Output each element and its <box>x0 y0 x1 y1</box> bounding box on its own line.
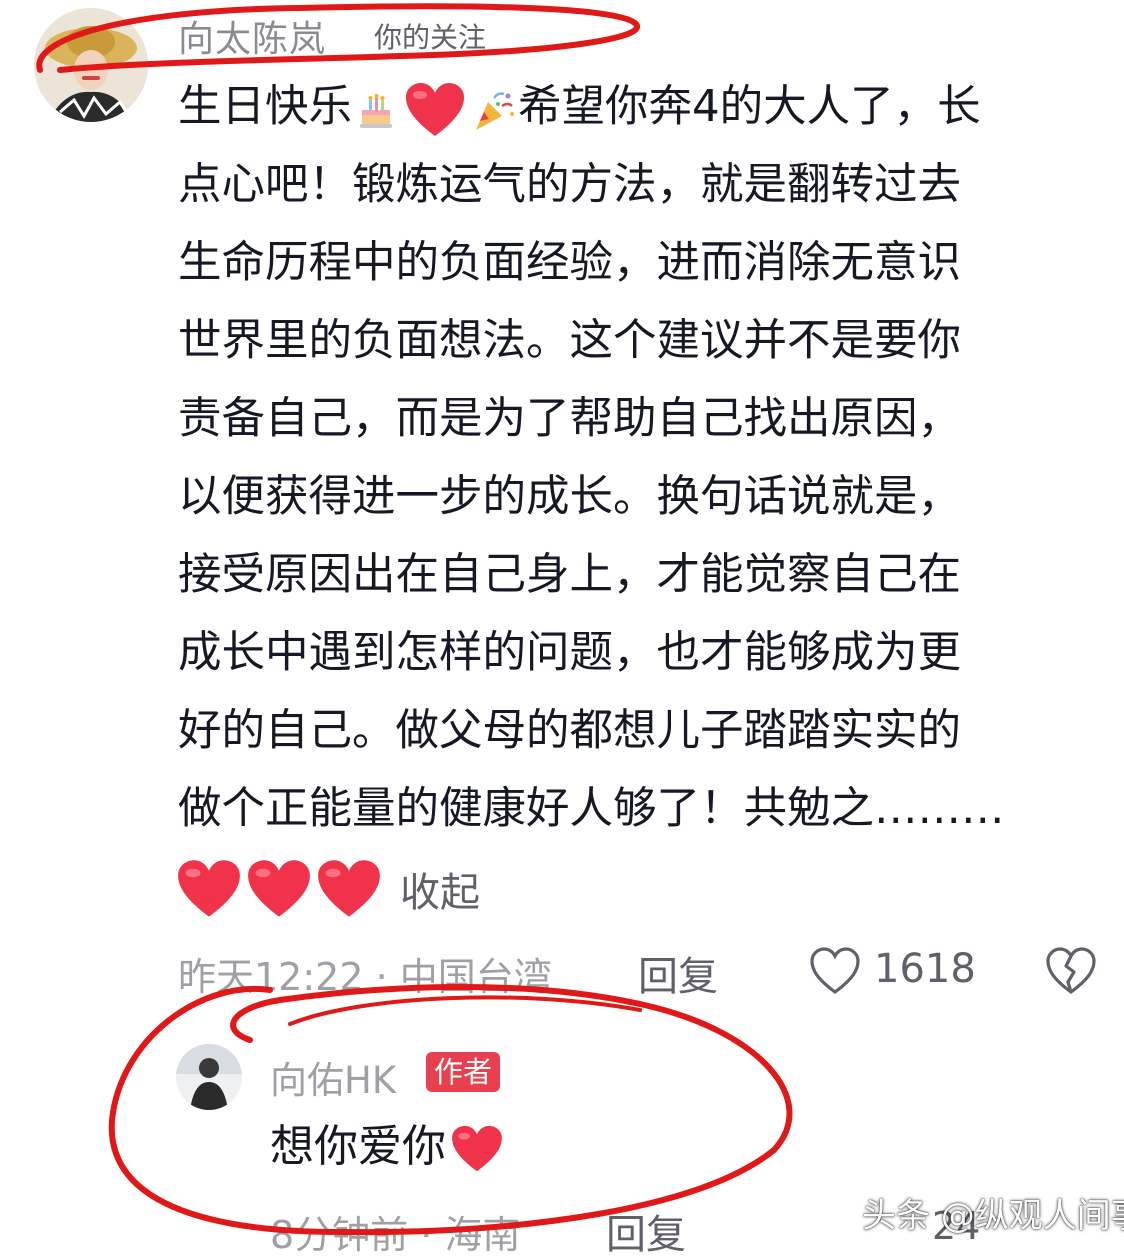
author-badge: 作者 <box>426 1052 501 1092</box>
red-heart-emoji-icon <box>318 860 380 917</box>
comment-text-segment: 希望你奔4的大人了，长 <box>518 82 981 132</box>
follow-status-tag: 你的关注 <box>374 21 487 54</box>
comment-line-7: 接受原因出在自己身上，才能觉察自己在 <box>178 550 961 600</box>
comment-timestamp-location: 昨天12:22 · 中国台湾 <box>178 955 552 999</box>
reply-button[interactable]: 回复 <box>638 944 718 1002</box>
avatar-portrait <box>176 1044 242 1110</box>
comment-line-1: 生日快乐 希望你奔4的大人了，长 <box>178 68 1108 146</box>
reply-text: 想你爱你 <box>270 1121 446 1172</box>
broken-heart-icon[interactable] <box>1044 946 1098 996</box>
reply-author-username[interactable]: 向佑HK <box>270 1050 396 1104</box>
red-heart-emoji-icon <box>178 860 240 917</box>
comment-line-2: 点心吧！锻炼运气的方法，就是翻转过去 <box>178 160 961 210</box>
red-heart-emoji-icon <box>452 1125 502 1172</box>
party-popper-emoji-icon <box>476 91 514 130</box>
heart-outline-icon[interactable] <box>808 946 862 996</box>
reply-body: 想你爱你 <box>270 1114 508 1180</box>
comment-line-10: 做个正能量的健康好人够了！共勉之……… <box>178 784 1005 834</box>
comment-line-9: 好的自己。做父母的都想儿子踏踏实实的 <box>178 706 961 756</box>
reply-author-avatar[interactable] <box>176 1044 242 1110</box>
reply-reply-button[interactable]: 回复 <box>606 1202 686 1260</box>
commenter-username[interactable]: 向太陈岚 <box>178 10 326 62</box>
collapse-button[interactable]: 收起 <box>400 860 480 918</box>
comment-line-8: 成长中遇到怎样的问题，也才能够成为更 <box>178 628 961 678</box>
red-heart-emoji-icon <box>406 82 464 136</box>
annotation-loop-reply-inner <box>288 995 642 1026</box>
cake-emoji-icon <box>360 93 392 128</box>
comment-line-4: 世界里的负面想法。这个建议并不是要你 <box>178 316 961 366</box>
comment-body: 生日快乐 希望你奔4的大人了，长 点心吧！锻炼运气的方法，就是翻转过去 生命历程… <box>178 68 1108 848</box>
avatar-portrait <box>34 8 148 122</box>
source-watermark: 头条 @纵观人间事 <box>862 1196 1124 1236</box>
commenter-avatar[interactable] <box>34 8 148 122</box>
comment-text-segment: 生日快乐 <box>178 82 352 132</box>
like-count: 1618 <box>874 946 976 992</box>
comment-line-3: 生命历程中的负面经验，进而消除无意识 <box>178 238 961 288</box>
hearts-collapse-row: 收起 <box>176 856 480 922</box>
comment-line-5: 责备自己，而是为了帮助自己找出原因， <box>178 394 961 444</box>
red-heart-emoji-icon <box>248 860 310 917</box>
comment-line-6: 以便获得进一步的成长。换句话说就是， <box>178 472 961 522</box>
reply-timestamp-location: 8分钟前 · 海南 <box>270 1213 521 1257</box>
